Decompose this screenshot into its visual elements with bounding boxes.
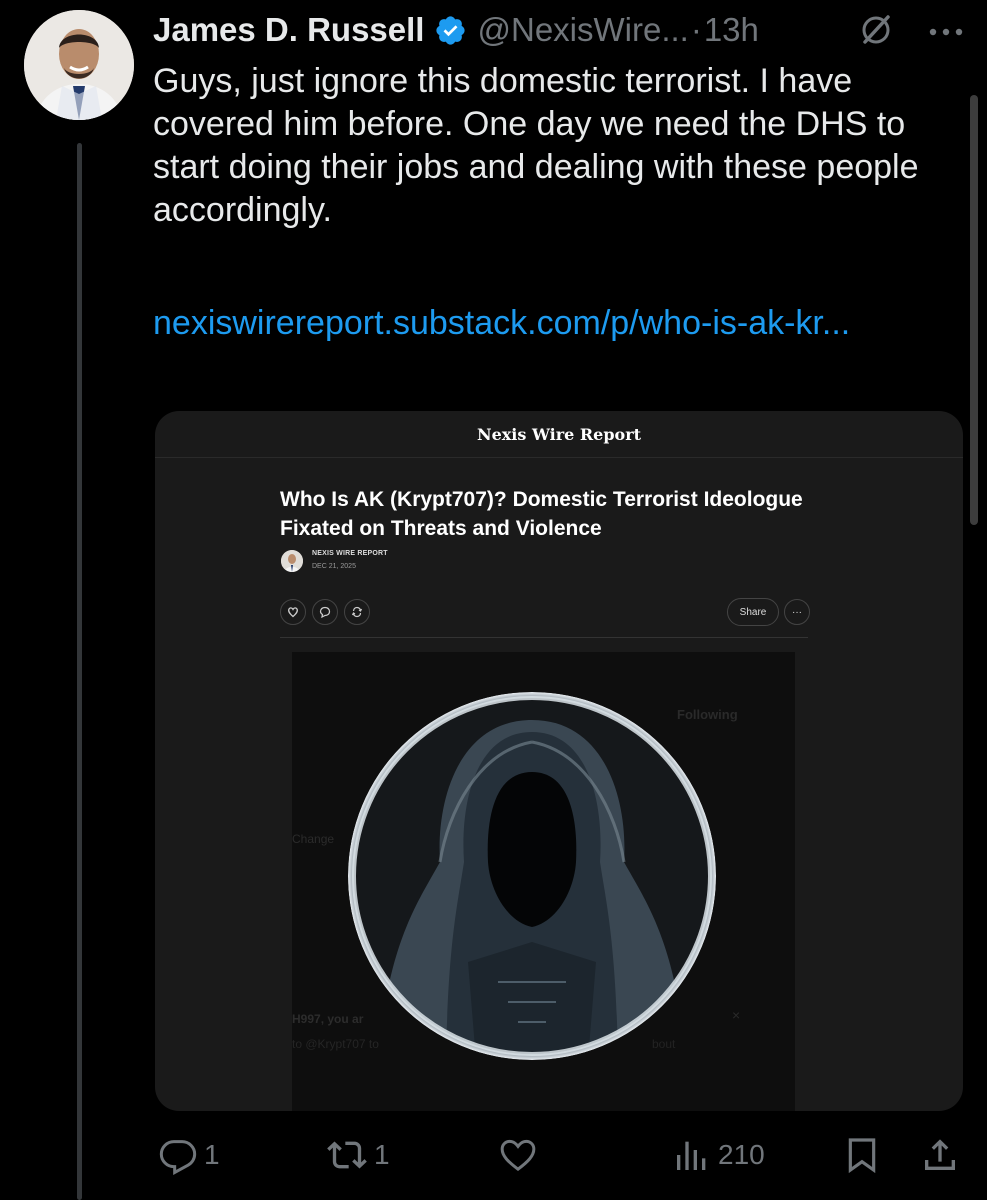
byline-author: NEXIS WIRE REPORT [312,550,388,557]
engagement-bar: 1 1 210 [0,1125,987,1185]
image-text-line: to @Krypt707 to [292,1037,379,1051]
tweet-time[interactable]: 13h [704,11,759,49]
heart-icon [288,607,298,618]
divider [280,637,808,638]
article-more-button[interactable]: ··· [784,599,810,625]
image-text-line: bout [652,1037,676,1051]
restack-icon [351,606,363,618]
article-image: Following Change H997, you ar to @Krypt7… [292,652,795,1111]
image-text-following: Following [677,707,738,722]
image-close-icon: × [732,1007,741,1023]
views-icon [677,1141,706,1170]
publication-name: Nexis Wire Report [476,425,642,444]
thread-line [77,143,82,1200]
article-share-button[interactable]: Share [727,598,779,626]
grok-icon[interactable] [858,12,894,48]
verified-badge-icon [436,15,466,45]
author-name[interactable]: James D. Russell [153,11,424,49]
hooded-figure-image [348,692,716,1060]
tweet-paragraph: Guys, just ignore this domestic terroris… [153,62,919,229]
byline-avatar [281,550,303,572]
image-text-change: Change [292,832,335,846]
views-count: 210 [718,1139,765,1170]
reply-icon [159,1140,197,1175]
reply-count: 1 [204,1139,220,1170]
share-button[interactable] [920,1125,960,1185]
article-action-bar: Share ··· [280,597,810,629]
bookmark-icon [848,1138,876,1174]
divider [155,457,963,458]
like-icon [500,1139,536,1172]
author-handle[interactable]: @NexisWire... [477,11,688,49]
link-preview-card[interactable]: Nexis Wire Report Who Is AK (Krypt707)? … [155,411,963,1111]
repost-count: 1 [374,1139,390,1170]
byline-date: DEC 21, 2025 [312,563,356,570]
article-comment-button[interactable] [312,599,338,625]
share-icon [925,1139,955,1170]
tweet-text: Guys, just ignore this domestic terroris… [153,60,953,232]
tweet-header: James D. Russell @NexisWire... · 13h [153,8,973,52]
image-text-line: H997, you ar [292,1012,364,1026]
repost-button[interactable]: 1 [326,1125,390,1185]
comment-icon [319,606,331,618]
tweet[interactable]: James D. Russell @NexisWire... · 13h Guy… [0,0,987,1200]
like-button[interactable] [498,1125,544,1185]
bookmark-button[interactable] [842,1125,882,1185]
separator-dot: · [690,11,702,48]
views-button[interactable]: 210 [672,1125,765,1185]
avatar[interactable] [24,10,134,120]
repost-icon [327,1141,367,1169]
article-restack-button[interactable] [344,599,370,625]
more-dots-icon[interactable] [923,12,969,48]
tweet-link[interactable]: nexiswirereport.substack.com/p/who-is-ak… [153,302,943,345]
scrollbar[interactable] [970,95,978,525]
article-title: Who Is AK (Krypt707)? Domestic Terrorist… [280,488,803,540]
article-like-button[interactable] [280,599,306,625]
reply-button[interactable]: 1 [158,1125,220,1185]
